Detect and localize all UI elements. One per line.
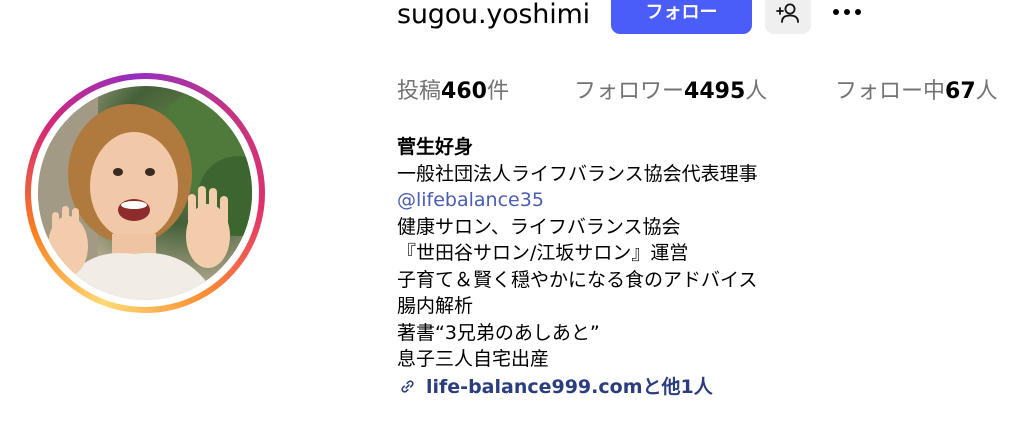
following-number: 67 [945, 79, 976, 104]
profile-full-name: 菅生好身 [397, 136, 474, 158]
following-count[interactable]: フォロー中67人 [835, 76, 998, 108]
external-link[interactable]: life-balance999.comと他1人 [397, 374, 997, 401]
person-add-icon [776, 3, 799, 23]
follow-button[interactable]: フォロー [611, 0, 752, 34]
bio-line: 子育て＆賢く穏やかになる食のアドバイス [397, 268, 758, 291]
bio-line: 腸内解析 [397, 295, 474, 317]
more-horizontal-icon [833, 9, 861, 15]
more-options-button[interactable] [831, 2, 865, 26]
posts-label: 投稿 [397, 79, 442, 104]
posts-count: 投稿460件 [397, 76, 509, 108]
suggested-accounts-button[interactable] [765, 0, 811, 34]
avatar-photo-illustration [38, 86, 252, 300]
followers-unit: 人 [745, 79, 768, 104]
followers-count[interactable]: フォロワー4495人 [574, 76, 767, 108]
profile-username: sugou.yoshimi [397, 0, 590, 30]
bio-line: 健康サロン、ライフバランス協会 [397, 215, 681, 238]
followers-label: フォロワー [574, 79, 685, 104]
story-ring[interactable] [25, 73, 265, 313]
bio-line: 著書“3兄弟のあしあと” [397, 321, 600, 344]
followers-number: 4495 [684, 79, 746, 104]
avatar-frame [31, 79, 259, 307]
following-label: フォロー中 [835, 79, 946, 104]
external-link-text[interactable]: life-balance999.comと他1人 [426, 374, 713, 401]
bio-line: 一般社団法人ライフバランス協会代表理事 [397, 162, 758, 185]
posts-number: 460 [441, 79, 487, 104]
avatar[interactable] [38, 86, 252, 300]
following-unit: 人 [975, 79, 998, 104]
link-icon [401, 380, 414, 393]
bio-line: 息子三人自宅出産 [397, 348, 550, 370]
profile-bio: 菅生好身 一般社団法人ライフバランス協会代表理事 @lifebalance35 … [397, 134, 997, 400]
bio-line: 『世田谷サロン/江坂サロン』運営 [397, 242, 689, 264]
bio-mention-link[interactable]: @lifebalance35 [397, 187, 997, 214]
posts-unit: 件 [486, 79, 509, 104]
